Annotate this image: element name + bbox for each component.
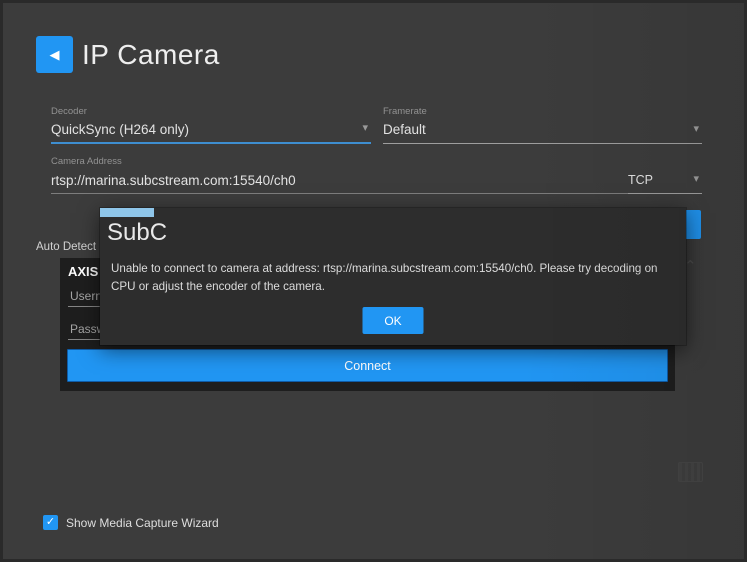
framerate-label: Framerate (383, 106, 702, 117)
decoder-label: Decoder (51, 106, 371, 117)
camera-address-label: Camera Address (51, 156, 651, 167)
transport-dropdown[interactable]: TCP ▾ (628, 156, 702, 194)
dialog-message: Unable to connect to camera at address: … (111, 260, 677, 296)
chevron-down-icon: ▾ (693, 172, 699, 185)
back-button[interactable]: ◀ (36, 36, 73, 73)
ok-button-label: OK (384, 314, 401, 328)
chevron-down-icon: ▾ (693, 122, 699, 135)
decoder-value: QuickSync (H264 only) (51, 120, 371, 140)
wizard-checkbox[interactable]: ✓ (43, 515, 58, 530)
decoder-dropdown[interactable]: Decoder QuickSync (H264 only) ▾ (51, 106, 371, 144)
connect-button[interactable]: Connect (67, 349, 668, 382)
ip-camera-window: ◀ IP Camera Decoder QuickSync (H264 only… (0, 0, 747, 562)
framerate-value: Default (383, 120, 702, 140)
dialog-title: SubC (107, 219, 167, 247)
check-icon: ✓ (46, 516, 55, 528)
back-arrow-icon: ◀ (50, 47, 60, 63)
wizard-checkbox-label: Show Media Capture Wizard (66, 516, 219, 530)
error-dialog: SubC Unable to connect to camera at addr… (100, 208, 686, 345)
camera-thumbnail-icon (678, 462, 703, 482)
camera-address-field: Camera Address (51, 156, 651, 194)
chevron-down-icon: ▾ (362, 121, 368, 134)
connect-button-label: Connect (344, 359, 391, 373)
dialog-accent-bar (100, 208, 154, 217)
framerate-dropdown[interactable]: Framerate Default ▾ (383, 106, 702, 144)
camera-address-input[interactable] (51, 170, 651, 190)
wizard-checkbox-row: ✓ Show Media Capture Wizard (43, 515, 219, 530)
page-title: IP Camera (82, 36, 220, 73)
auto-detect-label: Auto Detect (36, 241, 96, 253)
ok-button[interactable]: OK (363, 307, 424, 334)
transport-value: TCP (628, 170, 702, 190)
